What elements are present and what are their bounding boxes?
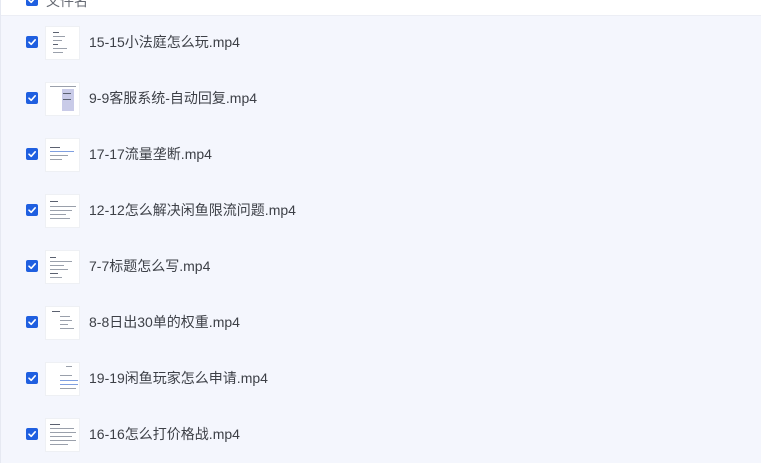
file-row[interactable]: 12-12怎么解决闲鱼限流问题.mp4	[1, 182, 761, 238]
checkmark-icon	[28, 375, 36, 382]
file-name[interactable]: 16-16怎么打价格战.mp4	[89, 425, 240, 443]
file-name[interactable]: 15-15小法庭怎么玩.mp4	[89, 33, 240, 51]
video-thumbnail[interactable]	[45, 418, 80, 452]
file-checkbox[interactable]	[26, 204, 38, 216]
file-row[interactable]: 9-9客服系统-自动回复.mp4	[1, 70, 761, 126]
select-all-checkbox[interactable]	[26, 0, 38, 6]
checkmark-icon	[28, 207, 36, 214]
file-name[interactable]: 9-9客服系统-自动回复.mp4	[89, 89, 257, 107]
checkmark-icon	[28, 39, 36, 46]
file-row[interactable]: 7-7标题怎么写.mp4	[1, 238, 761, 294]
video-thumbnail[interactable]	[45, 306, 80, 340]
file-row[interactable]: 19-19闲鱼玩家怎么申请.mp4	[1, 350, 761, 406]
file-checkbox[interactable]	[26, 260, 38, 272]
file-name[interactable]: 19-19闲鱼玩家怎么申请.mp4	[89, 369, 268, 387]
file-checkbox[interactable]	[26, 148, 38, 160]
checkmark-icon	[28, 0, 35, 4]
file-row[interactable]: 17-17流量垄断.mp4	[1, 126, 761, 182]
video-thumbnail[interactable]	[45, 82, 80, 116]
file-list: 15-15小法庭怎么玩.mp4 9-9客服系统-自动回复.mp4 17-17流量…	[1, 14, 761, 462]
checkmark-icon	[28, 151, 36, 158]
video-thumbnail[interactable]	[45, 194, 80, 228]
file-row[interactable]: 8-8日出30单的权重.mp4	[1, 294, 761, 350]
filename-column-header[interactable]: 文件名	[46, 0, 88, 9]
video-thumbnail[interactable]	[45, 26, 80, 60]
file-row[interactable]: 16-16怎么打价格战.mp4	[1, 406, 761, 462]
video-thumbnail[interactable]	[45, 138, 80, 172]
file-name[interactable]: 8-8日出30单的权重.mp4	[89, 313, 240, 331]
file-row[interactable]: 15-15小法庭怎么玩.mp4	[1, 14, 761, 70]
video-thumbnail[interactable]	[45, 250, 80, 284]
file-name[interactable]: 12-12怎么解决闲鱼限流问题.mp4	[89, 201, 296, 219]
file-checkbox[interactable]	[26, 316, 38, 328]
file-list-panel: 文件名 15-15小法庭怎么玩.mp4 9-9客服系统-自动回复.mp4 17-…	[0, 0, 761, 463]
file-checkbox[interactable]	[26, 92, 38, 104]
checkmark-icon	[28, 431, 36, 438]
file-checkbox[interactable]	[26, 372, 38, 384]
file-checkbox[interactable]	[26, 36, 38, 48]
file-checkbox[interactable]	[26, 428, 38, 440]
checkmark-icon	[28, 319, 36, 326]
file-name[interactable]: 7-7标题怎么写.mp4	[89, 257, 210, 275]
file-name[interactable]: 17-17流量垄断.mp4	[89, 145, 212, 163]
checkmark-icon	[28, 263, 36, 270]
video-thumbnail[interactable]	[45, 362, 80, 396]
checkmark-icon	[28, 95, 36, 102]
